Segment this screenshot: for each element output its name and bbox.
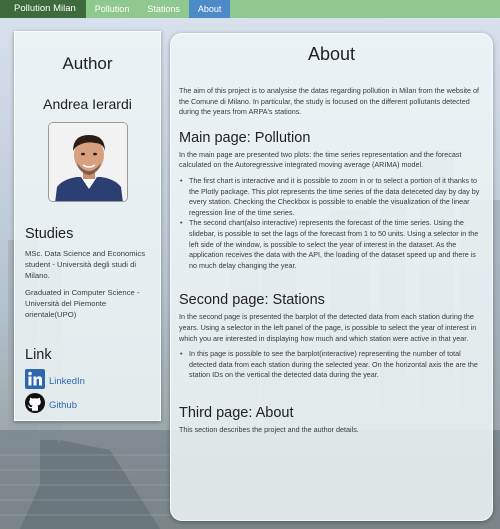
navbar: Pollution Milan Pollution Stations About xyxy=(0,0,500,18)
author-sidebar: Author Andrea Ierardi Studies MSc. Data … xyxy=(14,31,161,421)
stations-heading: Second page: Stations xyxy=(179,292,325,309)
intro-text: The aim of this project is to analysise … xyxy=(179,86,480,117)
about-heading: Third page: About xyxy=(179,404,294,421)
about-text: This section describes the project and t… xyxy=(179,424,359,434)
author-heading: Author xyxy=(62,54,113,73)
linkedin-icon xyxy=(25,369,45,394)
stations-text: In the second page is presented the barp… xyxy=(179,312,477,343)
studies-heading: Studies xyxy=(25,226,74,242)
list-item: In this page is possible to see the barp… xyxy=(179,349,484,381)
studies-item: MSc. Data Science and Economics student … xyxy=(25,249,146,280)
navbar-brand[interactable]: Pollution Milan xyxy=(0,0,86,18)
linkedin-link-label: LinkedIn xyxy=(49,376,85,388)
pollution-list: The first chart is interactive and it is… xyxy=(179,176,484,271)
studies-item: Graduated in Computer Science - Universi… xyxy=(25,288,140,319)
page-title: About xyxy=(307,44,356,64)
pollution-heading: Main page: Pollution xyxy=(179,129,311,146)
link-heading: Link xyxy=(25,346,52,363)
pollution-text: In the main page are presented two plots… xyxy=(179,149,462,170)
list-item: The first chart is interactive and it is… xyxy=(179,176,484,218)
author-name: Andrea Ierardi xyxy=(43,96,132,112)
github-link-label: Github xyxy=(49,400,77,412)
github-link[interactable]: Github xyxy=(25,393,160,418)
list-item: The second chart(also interactive) repre… xyxy=(179,218,484,271)
tab-about[interactable]: About xyxy=(188,0,231,18)
tab-stations[interactable]: Stations xyxy=(138,0,189,18)
stations-list: In this page is possible to see the barp… xyxy=(179,349,484,381)
linkedin-link[interactable]: LinkedIn xyxy=(25,369,160,394)
tab-pollution[interactable]: Pollution xyxy=(86,0,139,18)
github-icon xyxy=(25,393,45,418)
about-panel: About The aim of this project is to anal… xyxy=(170,33,493,521)
author-photo xyxy=(47,122,128,202)
